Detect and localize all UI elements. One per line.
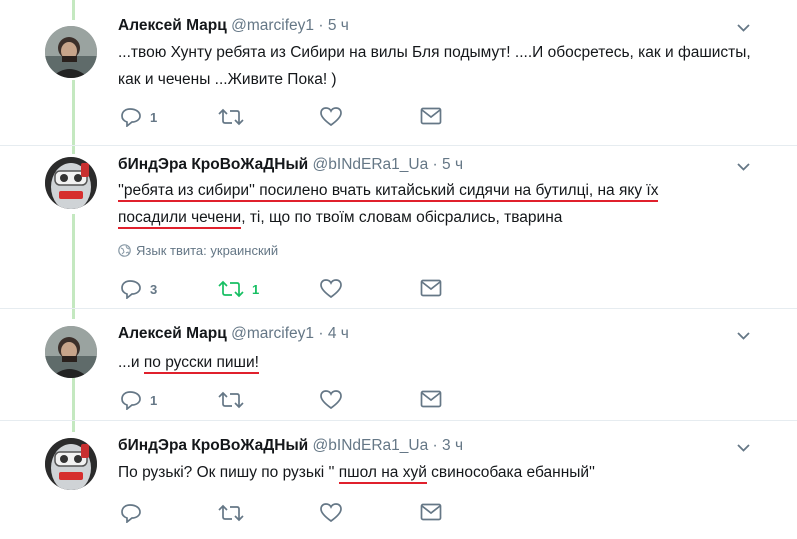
reply-button[interactable]: 1 [120, 390, 157, 410]
retweet-button[interactable]: 1 [218, 279, 259, 299]
author-handle[interactable]: @marcifey1 [231, 325, 314, 342]
tweet[interactable]: бИндЭра КроВоЖаДНый @bINdERa1_Ua · 5 ч '… [0, 145, 797, 309]
cartoon-robot-avatar [45, 438, 97, 490]
dm-icon [420, 503, 442, 521]
like-button[interactable] [320, 503, 342, 523]
tweet-timestamp[interactable]: 3 ч [442, 437, 463, 454]
retweet-button[interactable] [218, 503, 252, 523]
like-button[interactable] [320, 390, 342, 410]
avatar[interactable] [45, 26, 97, 78]
avatar[interactable] [45, 438, 97, 490]
retweet-icon [218, 391, 244, 409]
reply-icon [121, 108, 141, 127]
like-icon [320, 390, 342, 410]
tweet-language-note: Язык твита: украинский [118, 243, 278, 258]
direct-message-button[interactable] [420, 107, 442, 125]
retweet-icon [218, 280, 244, 298]
author-name[interactable]: Алексей Марц [118, 17, 227, 34]
reply-button[interactable] [120, 503, 150, 523]
underlined-quote: ''ребята из сибири'' посилено вчать кита… [118, 182, 659, 202]
tweet-header: бИндЭра КроВоЖаДНый @bINdERa1_Ua · 5 ч [118, 155, 463, 175]
direct-message-button[interactable] [420, 390, 442, 408]
dm-icon [420, 390, 442, 408]
retweet-icon [218, 108, 244, 126]
reply-button[interactable]: 1 [120, 107, 157, 127]
tweet-timestamp[interactable]: 4 ч [328, 325, 349, 342]
like-button[interactable] [320, 279, 342, 299]
avatar[interactable] [45, 157, 97, 209]
separator-dot: · [432, 437, 438, 454]
chevron-down-icon[interactable] [736, 441, 750, 455]
globe-icon [118, 244, 131, 257]
tweet-text-content: свиноcобака ебанный'' [426, 464, 595, 481]
like-button[interactable] [320, 107, 342, 127]
tweet-text-content: , ті, що по твоїм словам обісрались, тва… [241, 209, 563, 226]
retweet-count: 1 [252, 281, 260, 297]
like-icon [320, 279, 342, 299]
author-handle[interactable]: @bINdERa1_Ua [313, 156, 429, 173]
tweet-text-content: По рузькі? Ок пишу по рузькі '' [118, 464, 339, 481]
tweet-header: Алексей Марц @marcifey1 · 4 ч [118, 324, 349, 344]
chevron-down-icon[interactable] [736, 329, 750, 343]
tweet-text-content: ...твою Хунту ребята из Сибири на вилы Б… [118, 44, 751, 88]
tweet[interactable]: Алексей Марц @marcifey1 · 4 ч ...и по ру… [0, 309, 797, 421]
tweet-text: ''ребята из сибири'' посилено вчать кита… [118, 177, 758, 231]
retweet-icon [218, 504, 244, 522]
cartoon-robot-avatar [45, 157, 97, 209]
tweet-thread: Алексей Марц @marcifey1 · 5 ч ...твою Ху… [0, 0, 797, 539]
avatar[interactable] [45, 326, 97, 378]
language-label: Язык твита: украинский [136, 243, 279, 258]
retweet-button[interactable] [218, 107, 252, 127]
tweet-text: По рузькі? Ок пишу по рузькі '' пшол на … [118, 459, 758, 486]
underlined-phrase: посадили чечени [118, 209, 242, 229]
author-name[interactable]: Алексей Марц [118, 325, 227, 342]
author-handle[interactable]: @marcifey1 [231, 17, 314, 34]
tweet-header: бИндЭра КроВоЖаДНый @bINdERa1_Ua · 3 ч [118, 436, 463, 456]
reply-icon [121, 504, 141, 523]
author-handle[interactable]: @bINdERa1_Ua [313, 437, 429, 454]
underlined-phrase: пшол на хуй [338, 464, 427, 484]
tweet[interactable]: Алексей Марц @marcifey1 · 5 ч ...твою Ху… [0, 0, 797, 145]
tweet-text: ...и по русски пиши! [118, 349, 758, 376]
chevron-down-icon[interactable] [736, 160, 750, 174]
reply-icon [121, 391, 141, 410]
tweet-text: ...твою Хунту ребята из Сибири на вилы Б… [118, 39, 758, 93]
reply-count: 1 [150, 392, 158, 408]
separator-dot: · [318, 17, 324, 34]
separator-dot: · [432, 156, 438, 173]
direct-message-button[interactable] [420, 279, 442, 297]
like-icon [320, 107, 342, 127]
author-name[interactable]: бИндЭра КроВоЖаДНый [118, 156, 308, 173]
reply-count: 3 [150, 281, 158, 297]
direct-message-button[interactable] [420, 503, 442, 521]
tweet-timestamp[interactable]: 5 ч [328, 17, 349, 34]
chevron-down-icon[interactable] [736, 21, 750, 35]
tweet-text-content: ...и [118, 354, 144, 371]
retweet-button[interactable] [218, 390, 252, 410]
reply-icon [121, 280, 141, 299]
underlined-phrase: по русски пиши! [143, 354, 259, 374]
user-photo-avatar [45, 326, 97, 378]
user-photo-avatar [45, 26, 97, 78]
dm-icon [420, 279, 442, 297]
reply-count: 1 [150, 109, 158, 125]
tweet-header: Алексей Марц @marcifey1 · 5 ч [118, 16, 349, 36]
tweet-timestamp[interactable]: 5 ч [442, 156, 463, 173]
dm-icon [420, 107, 442, 125]
tweet[interactable]: бИндЭра КроВоЖаДНый @bINdERa1_Ua · 3 ч П… [0, 421, 797, 539]
like-icon [320, 503, 342, 523]
separator-dot: · [318, 325, 324, 342]
author-name[interactable]: бИндЭра КроВоЖаДНый [118, 437, 308, 454]
reply-button[interactable]: 3 [120, 279, 157, 299]
